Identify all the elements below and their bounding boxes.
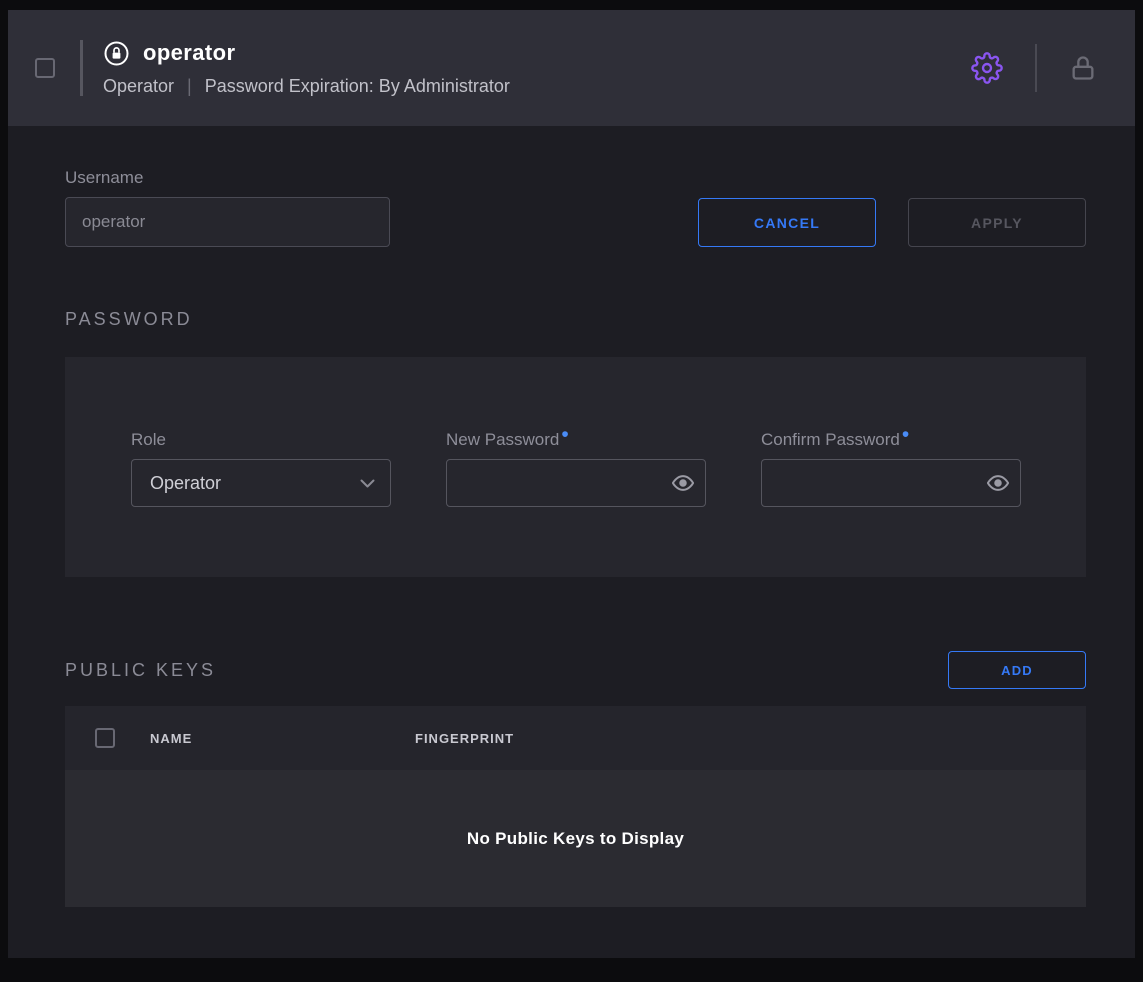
- username-label: Username: [65, 168, 390, 188]
- apply-button[interactable]: APPLY: [908, 198, 1086, 247]
- password-expiration-text: Password Expiration: By Administrator: [205, 76, 510, 97]
- role-select-value: Operator: [150, 473, 221, 494]
- header-bar: operator Operator | Password Expiration:…: [8, 10, 1135, 126]
- settings-button[interactable]: [967, 48, 1007, 88]
- confirm-password-visibility-toggle[interactable]: [985, 470, 1011, 496]
- public-keys-section-title: PUBLIC KEYS: [65, 660, 216, 681]
- public-keys-header-row: PUBLIC KEYS ADD: [65, 651, 1086, 689]
- header-icon-divider: [1035, 44, 1037, 92]
- required-marker: •: [561, 423, 568, 446]
- confirm-password-input[interactable]: [761, 459, 1021, 507]
- add-public-key-button[interactable]: ADD: [948, 651, 1086, 689]
- eye-icon: [672, 472, 694, 494]
- window: operator Operator | Password Expiration:…: [0, 0, 1143, 982]
- confirm-password-field: Confirm Password•: [761, 430, 1021, 577]
- user-role-text: Operator: [103, 76, 174, 97]
- password-section-title: PASSWORD: [65, 309, 1086, 330]
- username-row: Username CANCEL APPLY: [65, 168, 1086, 247]
- form-actions: CANCEL APPLY: [698, 198, 1086, 247]
- role-field: Role Operator: [131, 430, 391, 577]
- password-panel: Role Operator New Password•: [65, 357, 1086, 577]
- new-password-input[interactable]: [446, 459, 706, 507]
- user-detail-panel: operator Operator | Password Expiration:…: [8, 10, 1135, 958]
- main-content: Username CANCEL APPLY PASSWORD Role Oper…: [8, 126, 1135, 958]
- gear-icon: [971, 52, 1003, 84]
- public-keys-table-body: No Public Keys to Display: [65, 770, 1086, 907]
- table-select-all-checkbox[interactable]: [95, 728, 115, 748]
- lock-button[interactable]: [1065, 50, 1101, 86]
- title-block: operator Operator | Password Expiration:…: [103, 40, 510, 97]
- required-marker: •: [902, 423, 909, 446]
- new-password-visibility-toggle[interactable]: [670, 470, 696, 496]
- new-password-field: New Password•: [446, 430, 706, 577]
- username-group: Username: [65, 168, 390, 247]
- new-password-label: New Password•: [446, 430, 706, 450]
- cancel-button[interactable]: CANCEL: [698, 198, 876, 247]
- lock-icon: [1069, 54, 1097, 82]
- column-header-name: NAME: [150, 731, 415, 746]
- column-header-fingerprint: FINGERPRINT: [415, 731, 514, 746]
- role-select[interactable]: Operator: [131, 459, 391, 507]
- header-divider: [80, 40, 83, 96]
- header-select-checkbox[interactable]: [35, 58, 55, 78]
- user-lock-icon: [103, 40, 130, 67]
- subtitle-separator: |: [187, 76, 192, 97]
- public-keys-table: NAME FINGERPRINT No Public Keys to Displ…: [65, 706, 1086, 907]
- empty-state-message: No Public Keys to Display: [467, 829, 684, 849]
- confirm-password-label: Confirm Password•: [761, 430, 1021, 450]
- chevron-down-icon: [360, 479, 375, 488]
- public-keys-table-header: NAME FINGERPRINT: [65, 706, 1086, 770]
- username-input[interactable]: [65, 197, 390, 247]
- eye-icon: [987, 472, 1009, 494]
- page-title: operator: [143, 40, 235, 66]
- role-label: Role: [131, 430, 391, 450]
